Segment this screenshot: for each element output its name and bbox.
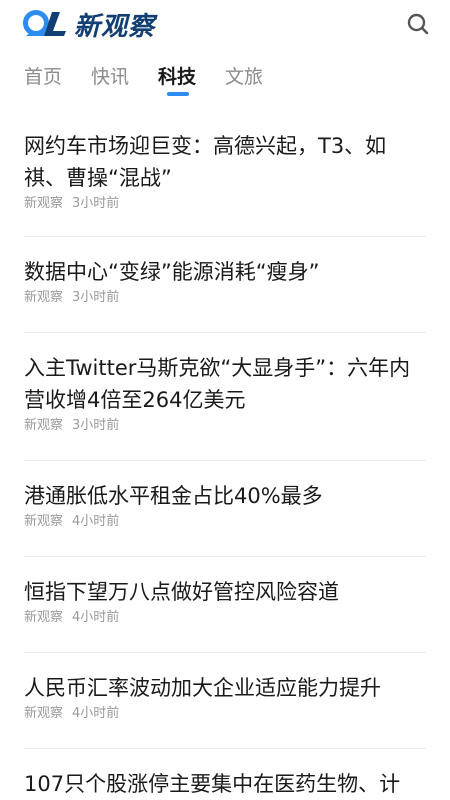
tab-technology[interactable]: 科技: [158, 62, 196, 89]
tab-home[interactable]: 首页: [24, 62, 62, 89]
news-item[interactable]: 港通胀低水平租金占比40%最多 新观察 4小时前: [24, 480, 426, 531]
news-item[interactable]: 网约车市场迎巨变：高德兴起，T3、如祺、曹操“混战” 新观察 3小时前: [24, 130, 426, 213]
app-logo[interactable]: 新观察: [22, 6, 155, 42]
divider: [24, 236, 426, 237]
divider: [24, 332, 426, 333]
news-title: 数据中心“变绿”能源消耗“瘦身”: [24, 260, 320, 284]
news-time: 4小时前: [72, 610, 120, 625]
news-item[interactable]: 107只个股涨停主要集中在医药生物、计: [24, 768, 426, 800]
search-button[interactable]: [404, 10, 432, 38]
divider: [24, 652, 426, 653]
news-source: 新观察: [24, 196, 64, 211]
news-item[interactable]: 入主Twitter马斯克欲“大显身手”：六年内营收增4倍至264亿美元 新观察 3…: [24, 352, 426, 435]
news-source: 新观察: [24, 610, 64, 625]
news-source: 新观察: [24, 706, 64, 721]
news-meta: 新观察 3小时前: [24, 417, 426, 435]
news-title: 网约车市场迎巨变：高德兴起，T3、如祺、曹操“混战”: [24, 134, 387, 190]
news-title: 人民币汇率波动加大企业适应能力提升: [24, 676, 381, 700]
news-source: 新观察: [24, 290, 64, 305]
active-tab-indicator: [167, 92, 189, 96]
news-source: 新观察: [24, 418, 64, 433]
news-time: 4小时前: [72, 514, 120, 529]
news-time: 3小时前: [72, 196, 120, 211]
search-icon: [407, 13, 429, 35]
news-item[interactable]: 数据中心“变绿”能源消耗“瘦身” 新观察 3小时前: [24, 256, 426, 307]
news-time: 3小时前: [72, 290, 120, 305]
news-title: 入主Twitter马斯克欲“大显身手”：六年内营收增4倍至264亿美元: [24, 356, 411, 412]
divider: [24, 748, 426, 749]
news-title: 港通胀低水平租金占比40%最多: [24, 484, 323, 508]
divider: [24, 556, 426, 557]
news-meta: 新观察 3小时前: [24, 289, 426, 307]
divider: [24, 460, 426, 461]
category-tabs: 首页 快讯 科技 文旅: [0, 58, 450, 102]
news-meta: 新观察 4小时前: [24, 705, 426, 723]
tab-culture-tourism[interactable]: 文旅: [225, 62, 263, 89]
news-item[interactable]: 人民币汇率波动加大企业适应能力提升 新观察 4小时前: [24, 672, 426, 723]
news-time: 3小时前: [72, 418, 120, 433]
news-meta: 新观察 4小时前: [24, 513, 426, 531]
news-title: 107只个股涨停主要集中在医药生物、计: [24, 772, 401, 796]
ol-logo-icon: [23, 10, 66, 36]
news-item[interactable]: 恒指下望万八点做好管控风险容道 新观察 4小时前: [24, 576, 426, 627]
app-header: 新观察: [0, 0, 450, 48]
news-meta: 新观察 4小时前: [24, 609, 426, 627]
tab-flash-news[interactable]: 快讯: [91, 62, 129, 89]
news-title: 恒指下望万八点做好管控风险容道: [24, 580, 339, 604]
news-time: 4小时前: [72, 706, 120, 721]
news-source: 新观察: [24, 514, 64, 529]
logo-text: 新观察: [74, 11, 156, 42]
news-meta: 新观察 3小时前: [24, 195, 426, 213]
